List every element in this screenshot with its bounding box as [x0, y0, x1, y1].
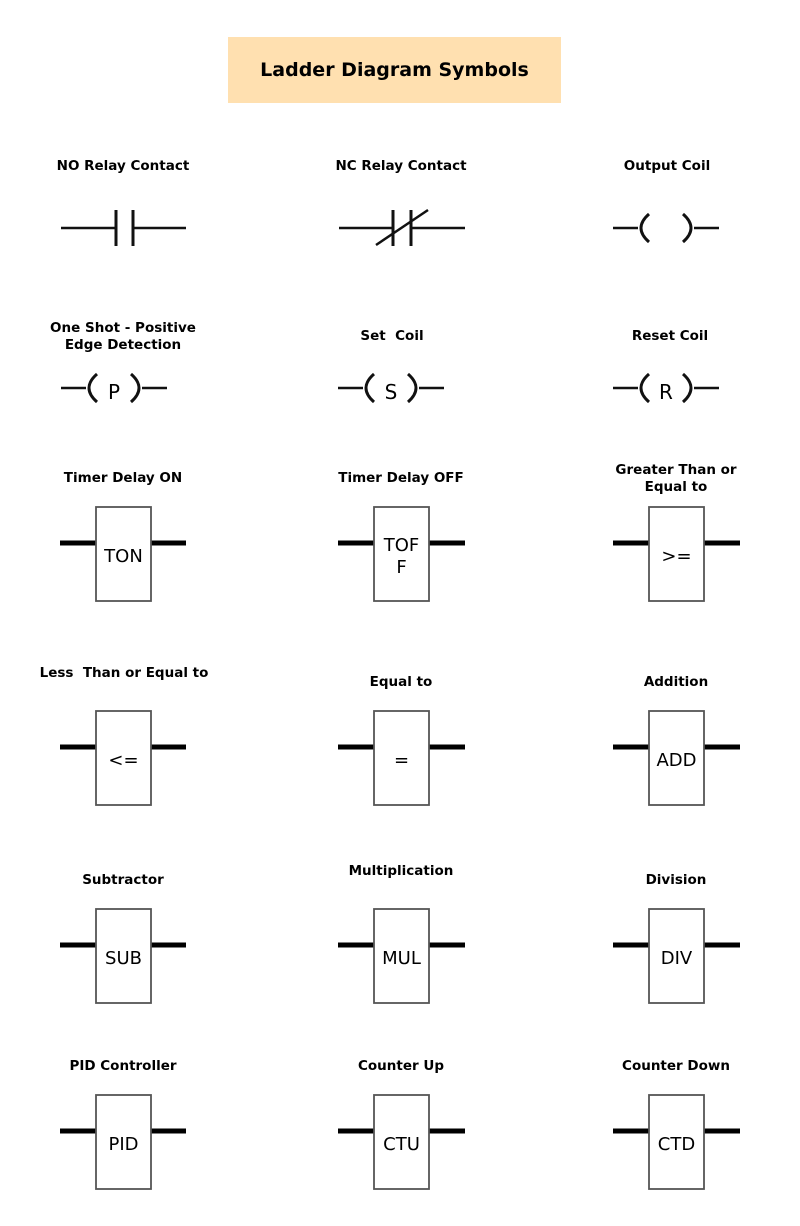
function-block-symbol: =: [338, 710, 465, 806]
function-block-text: CTD: [658, 1134, 695, 1155]
coil-paren-left: [639, 372, 651, 404]
coil-paren-left: [87, 372, 99, 404]
function-block-text: =: [394, 750, 409, 771]
coil-letter: P: [108, 380, 120, 404]
function-block-text: TOF: [383, 535, 420, 556]
coil-letter: S: [385, 380, 398, 404]
function-block-symbol: <=: [60, 710, 186, 806]
function-block-text: >=: [661, 546, 691, 567]
coil-letter: R: [659, 380, 673, 404]
coil-paren-right: [681, 372, 693, 404]
coil-paren-left: [364, 372, 376, 404]
no-contact-symbol: [61, 210, 186, 246]
coil-paren-right: [406, 372, 418, 404]
function-block-symbol: PID: [60, 1094, 186, 1190]
function-block-text: <=: [108, 750, 138, 771]
function-block-text: DIV: [661, 948, 693, 969]
function-block-text: CTU: [383, 1134, 420, 1155]
function-block-text: SUB: [105, 948, 142, 969]
coil-paren-right: [129, 372, 141, 404]
coil-symbol: P: [61, 372, 167, 404]
coil-symbol: S: [338, 372, 444, 404]
function-block-symbol: CTD: [613, 1094, 740, 1190]
coil-paren-left: [639, 212, 651, 244]
function-block-symbol: SUB: [60, 908, 186, 1004]
function-block-symbol: TON: [60, 506, 186, 602]
function-block-text: F: [396, 557, 406, 578]
function-block-text: TON: [103, 546, 143, 567]
function-block-symbol: >=: [613, 506, 740, 602]
coil-symbol: [613, 212, 719, 244]
nc-contact-symbol: [339, 208, 465, 247]
function-block-text: ADD: [656, 750, 696, 771]
function-block-symbol: TOFF: [338, 506, 465, 602]
function-block-symbol: CTU: [338, 1094, 465, 1190]
function-block-symbol: DIV: [613, 908, 740, 1004]
function-block-symbol: MUL: [338, 908, 465, 1004]
coil-symbol: R: [613, 372, 719, 404]
coil-paren-right: [681, 212, 693, 244]
function-block-symbol: ADD: [613, 710, 740, 806]
function-block-text: PID: [108, 1134, 138, 1155]
ladder-symbols-canvas: P S R TON TOFF >= <= = ADD SUB MUL DIV PID CTU CTD: [60, 208, 740, 1190]
function-block-text: MUL: [382, 948, 421, 969]
